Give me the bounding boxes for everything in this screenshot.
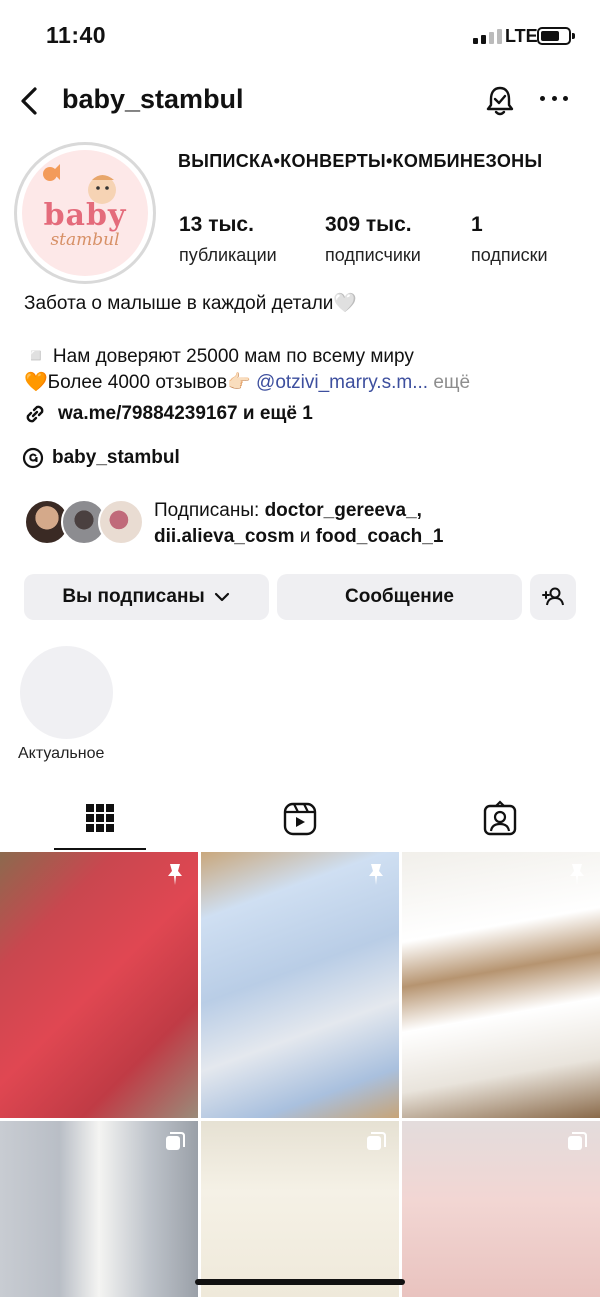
threads-username: baby_stambul	[52, 447, 180, 468]
notification-bell-icon[interactable]	[483, 84, 517, 118]
followed-by-and: и	[294, 526, 316, 547]
back-arrow-icon[interactable]	[14, 84, 48, 118]
external-link[interactable]: wa.me/79884239167 и ещё 1	[22, 401, 313, 427]
post-tile-4[interactable]	[0, 1121, 198, 1297]
status-time: 11:40	[46, 22, 107, 48]
chevron-down-icon	[214, 592, 229, 602]
stat-following-value: 1	[471, 213, 483, 236]
home-indicator[interactable]	[195, 1279, 405, 1285]
followed-by-user-3[interactable]: food_coach_1	[316, 526, 444, 547]
message-button[interactable]: Сообщение	[277, 574, 522, 620]
battery-icon	[537, 27, 575, 45]
carousel-icon	[367, 1132, 386, 1150]
post-tile-2[interactable]	[201, 852, 399, 1118]
bio-more-link[interactable]: ещё	[433, 372, 470, 393]
pin-icon	[168, 864, 182, 885]
followed-by-text[interactable]: Подписаны: doctor_gereeva_, dii.alieva_c…	[154, 498, 574, 550]
grid-icon[interactable]	[80, 800, 120, 840]
post-tile-3[interactable]	[402, 852, 600, 1118]
add-user-icon	[542, 587, 564, 606]
more-options-icon[interactable]	[540, 96, 568, 106]
threads-link[interactable]: baby_stambul	[22, 447, 180, 469]
bio-mention-link[interactable]: @otzivi_marry.s.m	[256, 372, 412, 393]
bio-line-2: ◽️ Нам доверяют 25000 мам по всему миру	[24, 346, 414, 367]
highlight-circle[interactable]	[20, 646, 113, 739]
carousel-icon	[568, 1132, 587, 1150]
stat-followers-label: подписчики	[325, 245, 421, 265]
post-tile-6[interactable]	[402, 1121, 600, 1297]
carousel-icon	[166, 1132, 185, 1150]
active-tab-indicator	[54, 848, 146, 850]
follower-avatar-3[interactable]	[98, 499, 144, 545]
stat-posts-label: публикации	[179, 245, 277, 265]
followed-by-separator: ,	[416, 500, 422, 521]
bio-ellipsis: ...	[412, 372, 434, 393]
followed-by-prefix: Подписаны:	[154, 500, 265, 521]
bio-line-1: Забота о малыше в каждой детали🤍	[24, 293, 358, 314]
followed-by-user-1[interactable]: doctor_gereeva_	[265, 500, 417, 521]
profile-category: ВЫПИСКА•КОНВЕРТЫ•КОМБИНЕЗОНЫ	[178, 151, 543, 171]
highlight-label: Актуальное	[18, 745, 105, 762]
link-icon	[26, 405, 44, 423]
post-tile-1[interactable]	[0, 852, 198, 1118]
stat-following-label: подписки	[471, 245, 548, 265]
bio-line-3: 🧡Более 4000 отзывов👉🏻 @otzivi_marry.s.m.…	[24, 370, 470, 394]
threads-icon	[22, 447, 44, 469]
external-link-text: wa.me/79884239167 и ещё 1	[58, 403, 313, 424]
reels-icon[interactable]	[280, 800, 320, 840]
stat-followers[interactable]: 309 тыс. подписчики	[325, 213, 421, 266]
pin-icon	[570, 864, 584, 885]
post-tile-5[interactable]	[201, 1121, 399, 1297]
following-button-label: Вы подписаны	[62, 586, 205, 607]
profile-username: baby_stambul	[62, 84, 244, 114]
logo-wordmark: baby	[43, 198, 127, 233]
stat-posts[interactable]: 13 тыс. публикации	[179, 213, 277, 266]
stat-posts-value: 13 тыс.	[179, 213, 254, 236]
pin-icon	[369, 864, 383, 885]
stat-following[interactable]: 1 подписки	[471, 213, 548, 266]
followed-by-user-2[interactable]: dii.alieva_cosm	[154, 526, 294, 547]
bio-line-3-text: 🧡Более 4000 отзывов👉🏻	[24, 372, 257, 393]
message-button-label: Сообщение	[345, 586, 454, 607]
add-user-button[interactable]	[530, 574, 576, 620]
avatar[interactable]: baby stambul	[22, 150, 148, 276]
network-type: LTE	[505, 26, 538, 46]
status-bar: 11:40 LTE	[0, 0, 600, 72]
tagged-icon[interactable]	[480, 800, 520, 840]
following-button[interactable]: Вы подписаны	[24, 574, 269, 620]
logo-script: stambul	[50, 230, 120, 250]
signal-icon	[473, 28, 502, 44]
stat-followers-value: 309 тыс.	[325, 213, 412, 236]
